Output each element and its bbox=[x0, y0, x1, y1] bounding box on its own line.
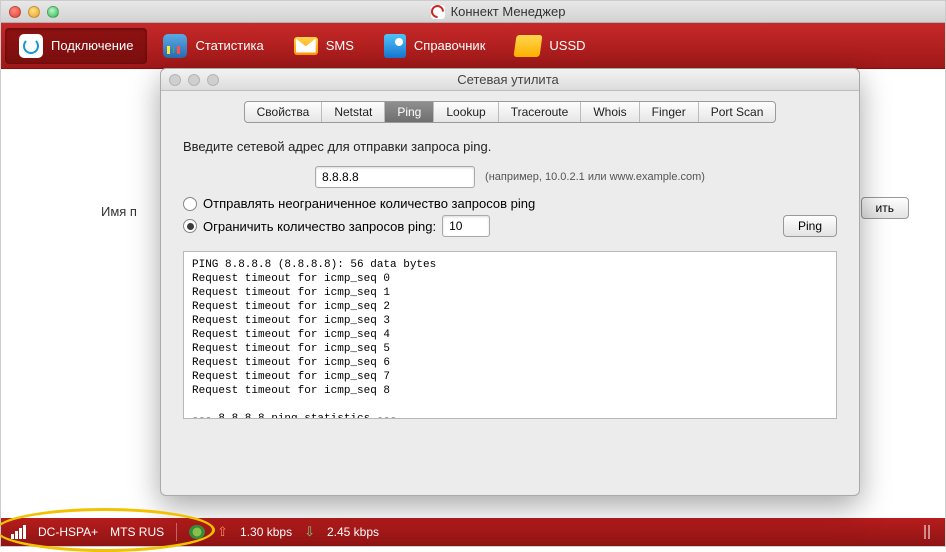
radio-limited[interactable] bbox=[183, 219, 197, 233]
connect-icon bbox=[19, 34, 43, 58]
upload-arrow-icon: ⇧ bbox=[217, 524, 228, 540]
upload-rate: 1.30 kbps bbox=[240, 525, 292, 539]
network-type: DC-HSPA+ bbox=[38, 525, 98, 539]
tab-connect[interactable]: Подключение bbox=[5, 28, 147, 64]
address-row: (например, 10.0.2.1 или www.example.com) bbox=[183, 166, 837, 188]
statusbar: DC-HSPA+ MTS RUS ⇧ 1.30 kbps ⇩ 2.45 kbps bbox=[1, 518, 945, 546]
main-toolbar: Подключение Статистика SMS Справочник US… bbox=[1, 23, 945, 68]
main-titlebar: Коннект Менеджер bbox=[1, 1, 945, 23]
util-body: Введите сетевой адрес для отправки запро… bbox=[161, 139, 859, 419]
tab-finger[interactable]: Finger bbox=[640, 102, 699, 122]
separator bbox=[176, 523, 177, 541]
tab-lookup[interactable]: Lookup bbox=[434, 102, 498, 122]
util-window-controls bbox=[169, 74, 219, 86]
option-limited-label: Ограничить количество запросов ping: bbox=[203, 219, 436, 234]
download-arrow-icon: ⇩ bbox=[304, 524, 315, 540]
address-hint: (например, 10.0.2.1 или www.example.com) bbox=[485, 171, 705, 183]
tab-whois[interactable]: Whois bbox=[581, 102, 639, 122]
operator-name: MTS RUS bbox=[110, 525, 164, 539]
stats-icon bbox=[163, 34, 187, 58]
zoom-icon[interactable] bbox=[47, 6, 59, 18]
util-zoom-icon[interactable] bbox=[207, 74, 219, 86]
radio-unlimited[interactable] bbox=[183, 197, 197, 211]
ping-prompt: Введите сетевой адрес для отправки запро… bbox=[183, 139, 837, 154]
directory-icon bbox=[384, 34, 406, 58]
util-title-text: Сетевая утилита bbox=[219, 72, 797, 87]
network-utility-window: Сетевая утилита Свойства Netstat Ping Lo… bbox=[160, 68, 860, 496]
util-minimize-icon[interactable] bbox=[188, 74, 200, 86]
tab-ussd-label: USSD bbox=[549, 38, 585, 53]
ping-count-input[interactable] bbox=[442, 215, 490, 237]
tab-directory[interactable]: Справочник bbox=[370, 28, 500, 64]
download-rate: 2.45 kbps bbox=[327, 525, 379, 539]
sms-icon bbox=[294, 37, 318, 55]
util-tabbar: Свойства Netstat Ping Lookup Traceroute … bbox=[161, 91, 859, 135]
app-logo-icon bbox=[431, 5, 445, 19]
tab-stats-label: Статистика bbox=[195, 38, 263, 53]
name-label-fragment: Имя п bbox=[101, 204, 137, 219]
util-titlebar: Сетевая утилита bbox=[161, 69, 859, 91]
window-controls bbox=[9, 6, 59, 18]
tab-portscan[interactable]: Port Scan bbox=[699, 102, 776, 122]
tab-directory-label: Справочник bbox=[414, 38, 486, 53]
main-title: Коннект Менеджер bbox=[59, 4, 937, 19]
ping-button[interactable]: Ping bbox=[783, 215, 837, 237]
minimize-icon[interactable] bbox=[28, 6, 40, 18]
ussd-icon bbox=[514, 35, 543, 57]
ping-address-input[interactable] bbox=[315, 166, 475, 188]
network-activity-icon bbox=[189, 525, 205, 539]
statusbar-grip-icon bbox=[915, 525, 935, 539]
tab-connect-label: Подключение bbox=[51, 38, 133, 53]
util-close-icon[interactable] bbox=[169, 74, 181, 86]
tab-ussd[interactable]: USSD bbox=[501, 29, 599, 63]
truncated-button[interactable]: ить bbox=[861, 197, 909, 219]
tab-sms-label: SMS bbox=[326, 38, 354, 53]
tab-info[interactable]: Свойства bbox=[245, 102, 323, 122]
ping-output[interactable]: PING 8.8.8.8 (8.8.8.8): 56 data bytes Re… bbox=[183, 251, 837, 419]
option-unlimited-label: Отправлять неограниченное количество зап… bbox=[203, 196, 535, 211]
close-icon[interactable] bbox=[9, 6, 21, 18]
main-title-text: Коннект Менеджер bbox=[451, 4, 566, 19]
option-unlimited-row[interactable]: Отправлять неограниченное количество зап… bbox=[183, 196, 837, 211]
tab-netstat[interactable]: Netstat bbox=[322, 102, 385, 122]
signal-icon bbox=[11, 525, 26, 539]
tab-sms[interactable]: SMS bbox=[280, 31, 368, 61]
tab-traceroute[interactable]: Traceroute bbox=[499, 102, 582, 122]
util-tabs: Свойства Netstat Ping Lookup Traceroute … bbox=[244, 101, 777, 123]
tab-ping[interactable]: Ping bbox=[385, 102, 434, 122]
tab-stats[interactable]: Статистика bbox=[149, 28, 277, 64]
